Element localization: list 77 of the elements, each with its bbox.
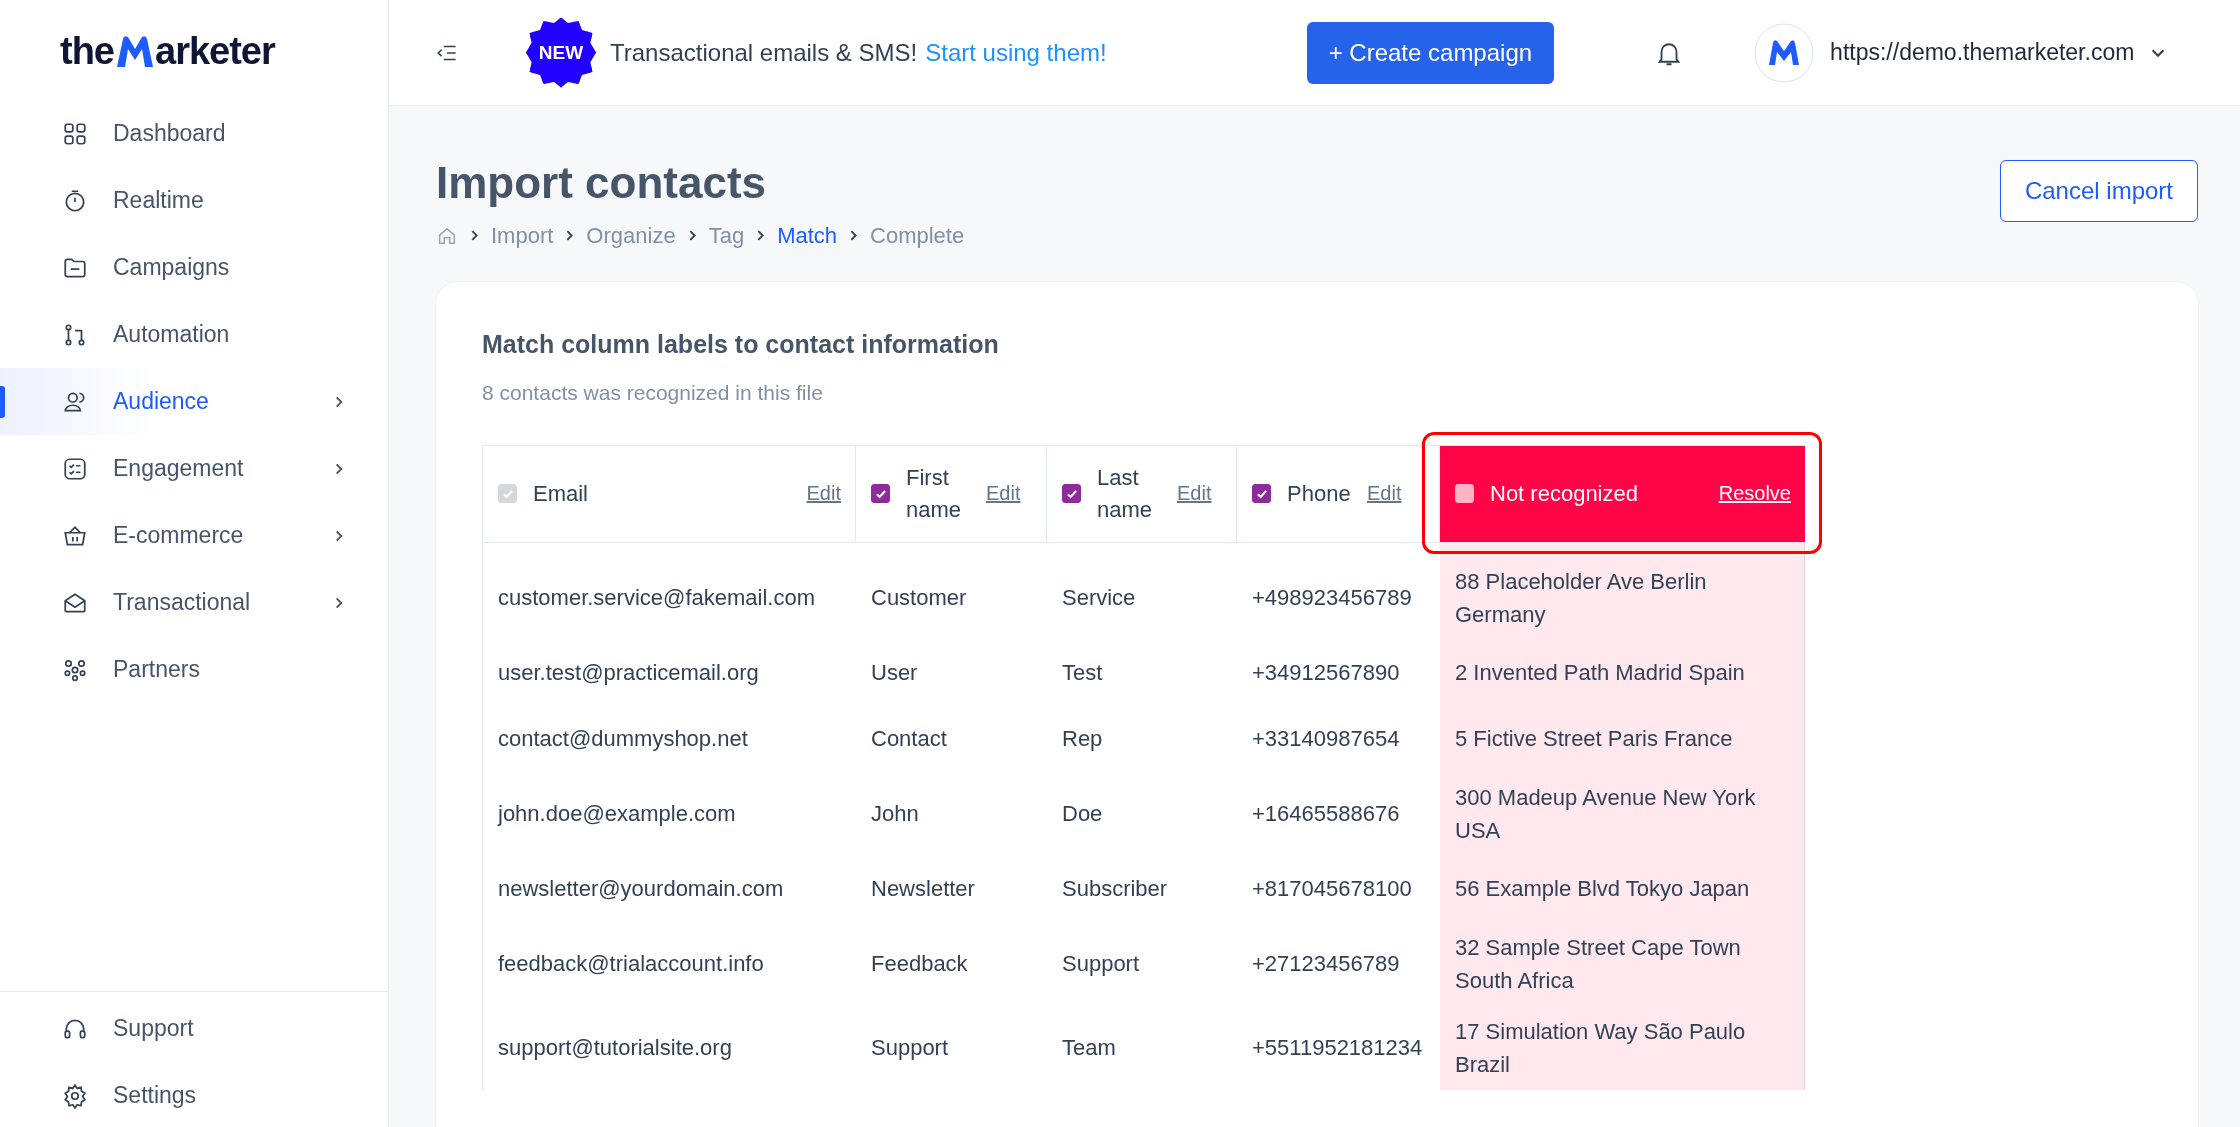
announcement-text: Transactional emails & SMS! bbox=[610, 38, 918, 67]
table-cell-text: feedback@trialaccount.info bbox=[497, 950, 765, 979]
column-label: Not recognized bbox=[1490, 479, 1639, 508]
table-cell-text: Team bbox=[1061, 1034, 1117, 1063]
page-title: Import contacts bbox=[436, 158, 768, 209]
sidebar-item[interactable]: E-commerce bbox=[0, 502, 388, 569]
table-cell-text: +817045678100 bbox=[1251, 875, 1413, 904]
sidebar-item[interactable]: Transactional bbox=[0, 569, 388, 636]
table-cell-text: user.test@practicemail.org bbox=[497, 659, 760, 688]
table-cell: 88 Placeholder Ave Berlin Germany bbox=[1440, 542, 1805, 640]
column-label: Email bbox=[533, 479, 589, 508]
table-cell-text: +34912567890 bbox=[1251, 659, 1401, 688]
table-cell-text: +27123456789 bbox=[1251, 950, 1401, 979]
table-cell: 5 Fictive Street Paris France bbox=[1440, 705, 1805, 772]
column-label: Last name bbox=[1097, 463, 1154, 524]
table-cell-text: contact@dummyshop.net bbox=[497, 725, 749, 754]
column-action-link[interactable]: Edit bbox=[986, 482, 1021, 506]
sidebar-item[interactable]: Partners bbox=[0, 636, 388, 703]
checkbox[interactable] bbox=[1062, 484, 1081, 504]
table-cell: 2 Invented Path Madrid Spain bbox=[1440, 639, 1805, 706]
column-action-link[interactable]: Edit bbox=[1367, 482, 1402, 506]
table-cell-text: Service bbox=[1061, 584, 1137, 613]
table-cell-text: Support bbox=[1061, 950, 1141, 979]
column-label: First name bbox=[906, 463, 963, 524]
table-cell-text: Test bbox=[1061, 659, 1104, 688]
logo[interactable]: the arketer bbox=[0, 0, 388, 70]
table-cell-text: +5511952181234 bbox=[1251, 1034, 1424, 1063]
account-switcher[interactable]: https://demo.themarketer.com bbox=[1754, 22, 2167, 83]
table-cell-text: john.doe@example.com bbox=[496, 800, 737, 829]
card-subtitle: 8 contacts was recognized in this file bbox=[482, 380, 824, 405]
breadcrumb-item[interactable]: Complete bbox=[870, 222, 965, 249]
sidebar-item[interactable]: Realtime bbox=[0, 167, 388, 234]
checkbox[interactable] bbox=[1252, 484, 1271, 504]
sidebar-item[interactable]: Support bbox=[0, 995, 388, 1062]
table-cell-text: customer.service@fakemail.com bbox=[497, 584, 816, 613]
cancel-import-button[interactable]: Cancel import bbox=[1999, 160, 2198, 222]
table-cell-text: Rep bbox=[1061, 725, 1104, 754]
account-logo-icon bbox=[1754, 22, 1815, 83]
table-cell-text: +16465588676 bbox=[1251, 800, 1401, 829]
table-cell-text: Support bbox=[870, 1034, 950, 1063]
table-cell-text: John bbox=[870, 800, 920, 829]
flow-icon bbox=[62, 321, 88, 348]
table-cell-text: Doe bbox=[1061, 800, 1104, 829]
table-cell: 300 Madeup Avenue New York USA bbox=[1440, 771, 1805, 856]
breadcrumb-item[interactable]: Tag bbox=[708, 222, 745, 249]
column-action-link[interactable]: Resolve bbox=[1718, 482, 1791, 506]
table-cell: 17 Simulation Way São Paulo Brazil bbox=[1440, 1005, 1805, 1090]
table-cell-text: +33140987654 bbox=[1251, 725, 1401, 754]
table-cell-text: User bbox=[870, 659, 919, 688]
breadcrumb-item[interactable]: Match bbox=[777, 222, 838, 249]
settings-icon bbox=[62, 1082, 88, 1109]
card-title: Match column labels to contact information bbox=[482, 329, 1000, 359]
checkbox[interactable] bbox=[871, 484, 890, 504]
table-cell-text: Contact bbox=[870, 725, 948, 754]
table-cell-text: +498923456789 bbox=[1251, 584, 1413, 613]
breadcrumb-item[interactable]: Import bbox=[491, 222, 554, 249]
sidebar-item[interactable]: Settings bbox=[0, 1062, 388, 1127]
create-campaign-button[interactable]: + Create campaign bbox=[1306, 21, 1555, 84]
new-badge: NEW bbox=[526, 17, 596, 88]
table-cell: 56 Example Blvd Tokyo Japan bbox=[1440, 855, 1805, 922]
sidebar-item[interactable]: Dashboard bbox=[0, 100, 388, 167]
table-cell-text: support@tutorialsite.org bbox=[497, 1034, 733, 1063]
sidebar-item[interactable]: Engagement bbox=[0, 435, 388, 502]
table-cell-text: Customer bbox=[870, 584, 968, 613]
sidebar-item[interactable]: Automation bbox=[0, 301, 388, 368]
checklist-icon bbox=[62, 455, 88, 482]
grid-icon bbox=[62, 120, 88, 147]
breadcrumb-item[interactable]: Organize bbox=[586, 222, 676, 249]
table-cell-text: Subscriber bbox=[1061, 875, 1169, 904]
table-cell-text: Newsletter bbox=[870, 875, 976, 904]
column-action-link[interactable]: Edit bbox=[1177, 482, 1212, 506]
sidebar-item[interactable]: Campaigns bbox=[0, 234, 388, 301]
table-cell-text: newsletter@yourdomain.com bbox=[497, 875, 785, 904]
table-cell-text: Feedback bbox=[870, 950, 969, 979]
table-cell: 32 Sample Street Cape Town South Africa bbox=[1440, 921, 1805, 1006]
column-label: Phone bbox=[1287, 479, 1352, 508]
start-link[interactable]: Start using them! bbox=[925, 38, 1107, 67]
